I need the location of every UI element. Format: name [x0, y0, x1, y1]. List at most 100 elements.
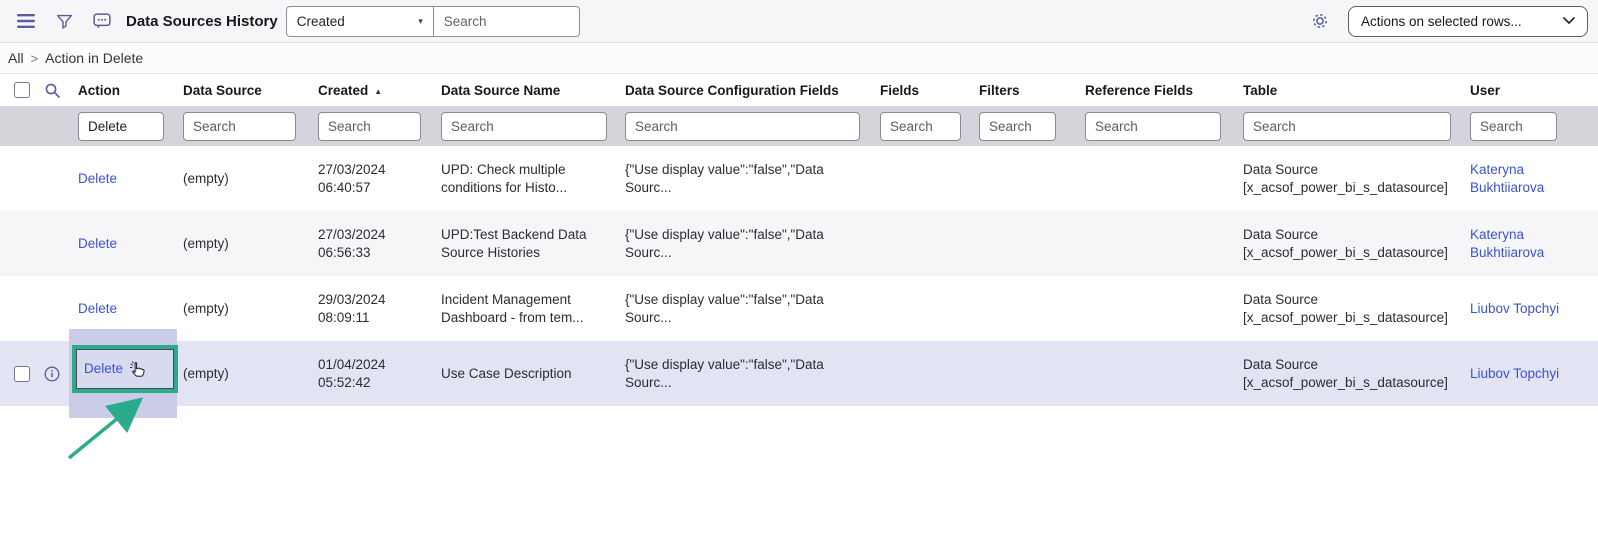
column-header-user[interactable]: User — [1470, 83, 1598, 98]
config-cell: {"Use display value":"false","Data Sourc… — [625, 211, 880, 276]
user-link[interactable]: Liubov Topchyi — [1470, 365, 1559, 383]
table-cell: Data Source [x_acsof_power_bi_s_datasour… — [1243, 211, 1470, 276]
select-all-checkbox[interactable] — [14, 82, 30, 98]
column-header-name[interactable]: Data Source Name — [441, 83, 625, 98]
created-cell: 29/03/2024 08:09:11 — [318, 276, 441, 341]
search-column-value: Created — [297, 14, 345, 29]
action-cell-box: Delete — [78, 300, 117, 318]
hamburger-menu-icon[interactable] — [14, 9, 38, 33]
data-source-cell: (empty) — [183, 276, 318, 341]
row-checkbox[interactable] — [14, 366, 30, 382]
list-search-group: Created ▾ — [286, 6, 580, 37]
fields-cell — [880, 146, 979, 211]
filter-input-table[interactable] — [1243, 112, 1451, 141]
breadcrumb-all[interactable]: All — [8, 50, 24, 66]
table-cell: Data Source [x_acsof_power_bi_s_datasour… — [1243, 146, 1470, 211]
column-header-config[interactable]: Data Source Configuration Fields — [625, 83, 880, 98]
fields-cell — [880, 211, 979, 276]
filter-icon[interactable] — [52, 9, 76, 33]
fields-cell — [880, 276, 979, 341]
filter-input-fields[interactable] — [880, 112, 961, 141]
table-row: Delete (empty)27/03/2024 06:40:57UPD: Che… — [0, 146, 1598, 211]
chevron-down-icon — [1563, 17, 1575, 25]
fields-cell — [880, 341, 979, 406]
config-cell: {"Use display value":"false","Data Sourc… — [625, 276, 880, 341]
column-header-action[interactable]: Action — [78, 83, 183, 98]
breadcrumb-separator: > — [31, 51, 39, 66]
user-cell: Liubov Topchyi — [1470, 341, 1598, 406]
delete-action-link[interactable]: Delete — [78, 300, 117, 318]
filter-input-user[interactable] — [1470, 112, 1557, 141]
action-cell: Delete — [78, 211, 183, 276]
table-header-row: ActionData SourceCreated▲Data Source Nam… — [0, 74, 1598, 106]
table-row: Delete (empty)01/04/2024 05:52:42Use Case… — [0, 341, 1598, 406]
name-cell: UPD: Check multiple conditions for Histo… — [441, 146, 625, 211]
filter-input-name[interactable] — [441, 112, 607, 141]
reference-fields-cell — [1085, 276, 1243, 341]
delete-action-link[interactable]: Delete — [78, 170, 117, 188]
actions-on-selected-rows-select[interactable]: Actions on selected rows... — [1348, 6, 1588, 37]
data-source-cell: (empty) — [183, 211, 318, 276]
filters-cell — [979, 341, 1085, 406]
column-header-fields[interactable]: Fields — [880, 83, 979, 98]
created-cell: 27/03/2024 06:40:57 — [318, 146, 441, 211]
reference-fields-cell — [1085, 211, 1243, 276]
data-source-cell: (empty) — [183, 146, 318, 211]
column-header-created[interactable]: Created▲ — [318, 83, 441, 98]
data-sources-history-list: ActionData SourceCreated▲Data Source Nam… — [0, 73, 1598, 406]
sort-ascending-icon: ▲ — [374, 87, 382, 96]
data-source-cell: (empty) — [183, 341, 318, 406]
action-cell-box: Delete — [78, 170, 117, 188]
list-header: Data Sources History Created ▾ Actions o… — [0, 0, 1598, 43]
delete-action-link[interactable]: Delete — [84, 360, 123, 378]
search-icon[interactable] — [43, 81, 61, 99]
chevron-down-icon: ▾ — [418, 16, 423, 27]
filters-cell — [979, 276, 1085, 341]
list-search-input[interactable] — [434, 6, 580, 37]
name-cell: Use Case Description — [441, 341, 625, 406]
breadcrumb-current-filter[interactable]: Action in Delete — [45, 50, 143, 66]
filter-input-action[interactable] — [78, 112, 164, 141]
table-row: Delete(empty)27/03/2024 06:56:33UPD:Test… — [0, 211, 1598, 276]
user-cell: Liubov Topchyi — [1470, 276, 1598, 341]
filters-cell — [979, 146, 1085, 211]
config-cell: {"Use display value":"false","Data Sourc… — [625, 341, 880, 406]
created-cell: 01/04/2024 05:52:42 — [318, 341, 441, 406]
action-cell-box: Delete — [78, 235, 117, 253]
column-header-table[interactable]: Table — [1243, 83, 1470, 98]
filter-input-config[interactable] — [625, 112, 860, 141]
table-row: Delete (empty)29/03/2024 08:09:11Incident… — [0, 276, 1598, 341]
filter-input-created[interactable] — [318, 112, 421, 141]
filter-cells — [78, 112, 1598, 141]
config-cell: {"Use display value":"false","Data Sourc… — [625, 146, 880, 211]
table-cell: Data Source [x_acsof_power_bi_s_datasour… — [1243, 276, 1470, 341]
info-icon[interactable] — [43, 365, 60, 382]
page-title: Data Sources History — [126, 13, 278, 30]
user-cell: Kateryna Bukhtiiarova — [1470, 146, 1598, 211]
column-header-filters[interactable]: Filters — [979, 83, 1085, 98]
user-link[interactable]: Kateryna Bukhtiiarova — [1470, 226, 1588, 262]
search-column-select[interactable]: Created ▾ — [286, 6, 434, 37]
user-link[interactable]: Liubov Topchyi — [1470, 300, 1559, 318]
action-cell: Delete — [78, 146, 183, 211]
gear-icon[interactable] — [1308, 9, 1332, 33]
chat-icon[interactable] — [90, 9, 114, 33]
filter-input-data_source[interactable] — [183, 112, 296, 141]
created-cell: 27/03/2024 06:56:33 — [318, 211, 441, 276]
app-root: Data Sources History Created ▾ Actions o… — [0, 0, 1598, 549]
table-filter-row — [0, 106, 1598, 146]
table-cell: Data Source [x_acsof_power_bi_s_datasour… — [1243, 341, 1470, 406]
breadcrumb: All > Action in Delete — [0, 43, 1598, 73]
column-header-reference_fields[interactable]: Reference Fields — [1085, 83, 1243, 98]
highlighted-action-cell: Delete — [72, 345, 178, 393]
filter-input-reference_fields[interactable] — [1085, 112, 1221, 141]
filters-cell — [979, 211, 1085, 276]
filter-input-filters[interactable] — [979, 112, 1056, 141]
name-cell: Incident Management Dashboard - from tem… — [441, 276, 625, 341]
hand-cursor-icon — [128, 360, 147, 379]
actions-select-label: Actions on selected rows... — [1361, 14, 1522, 29]
delete-action-link[interactable]: Delete — [78, 235, 117, 253]
table-body: Delete(empty)27/03/2024 06:40:57UPD: Che… — [0, 146, 1598, 406]
user-link[interactable]: Kateryna Bukhtiiarova — [1470, 161, 1588, 197]
column-header-data_source[interactable]: Data Source — [183, 83, 318, 98]
